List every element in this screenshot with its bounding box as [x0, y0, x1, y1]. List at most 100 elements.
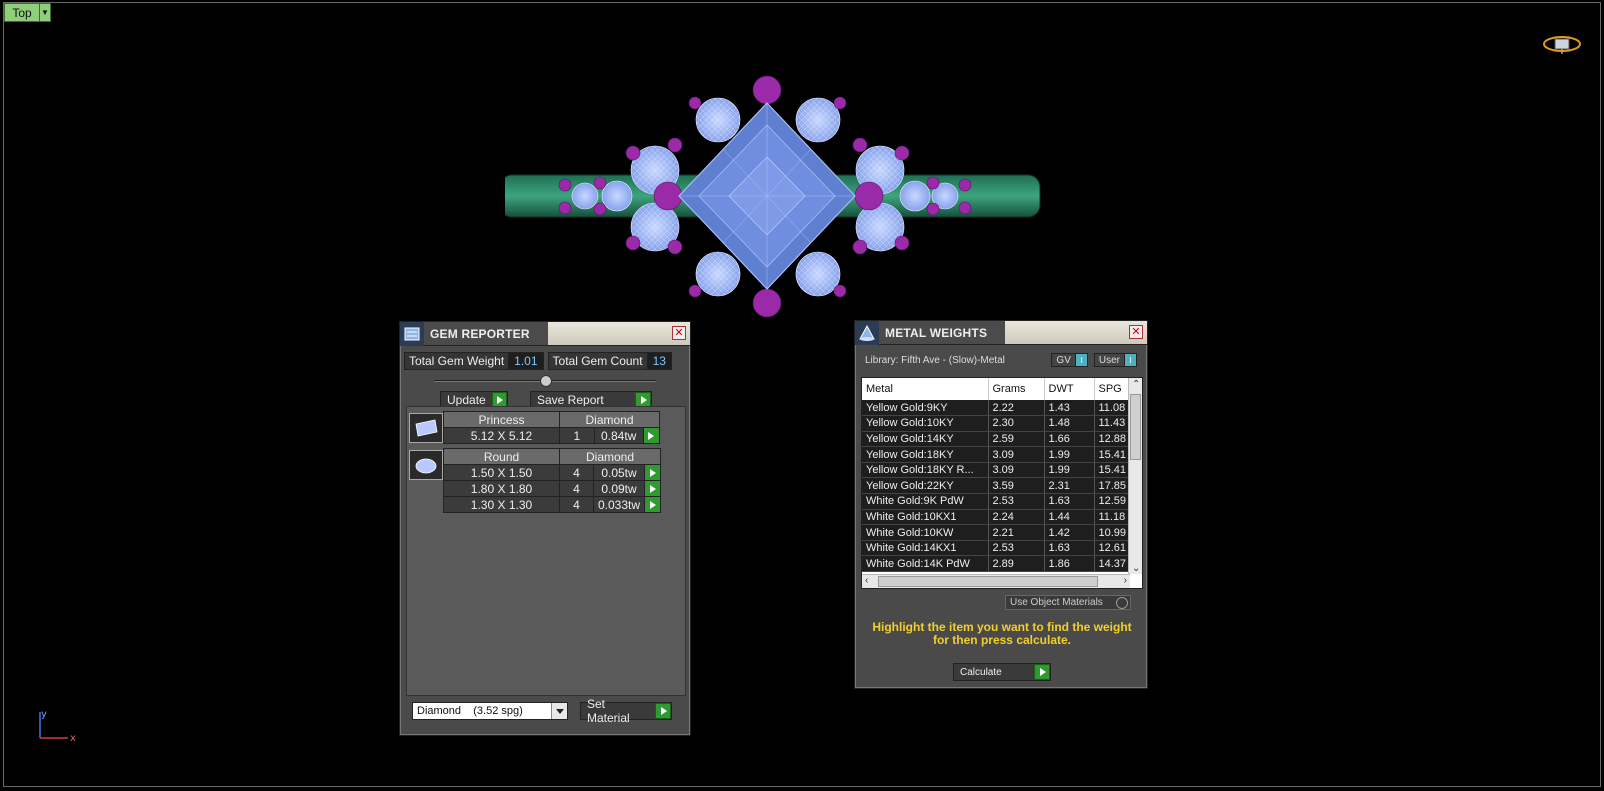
- select-gem-button[interactable]: [644, 464, 662, 481]
- table-row[interactable]: White Gold:10KW 2.21 1.42 10.99: [862, 524, 1142, 541]
- chevron-up-icon[interactable]: ⌃: [1132, 379, 1140, 390]
- gem-reporter-logo-icon: [400, 321, 424, 346]
- calculate-button[interactable]: Calculate: [953, 663, 1051, 681]
- use-object-materials-toggle[interactable]: Use Object Materials: [1005, 595, 1131, 610]
- metal-grams: 2.59: [988, 431, 1045, 448]
- gem-row[interactable]: 1.80 X 1.80 4 0.09tw: [443, 480, 662, 497]
- scroll-thumb[interactable]: [878, 576, 1098, 587]
- metal-name: Yellow Gold:18KY: [862, 446, 989, 463]
- view-cube-icon[interactable]: [1542, 32, 1582, 56]
- gem-size: 1.30 X 1.30: [443, 496, 560, 513]
- close-icon[interactable]: ✕: [1129, 325, 1143, 339]
- gem-group-round[interactable]: Round Diamond 1.50 X 1.50 4 0.05tw 1.80 …: [407, 448, 685, 513]
- table-row[interactable]: Yellow Gold:14KY 2.59 1.66 12.88: [862, 431, 1142, 448]
- gem-count: 1: [559, 427, 595, 444]
- table-row[interactable]: White Gold:14K PdW 2.89 1.86 14.37: [862, 555, 1142, 573]
- table-row[interactable]: Yellow Gold:18KY R... 3.09 1.99 15.41: [862, 462, 1142, 479]
- play-icon: [655, 703, 671, 719]
- gem-size: 1.80 X 1.80: [443, 480, 560, 497]
- column-header-metal[interactable]: Metal: [862, 378, 989, 400]
- gem-reporter-titlebar[interactable]: GEM REPORTER ✕: [400, 321, 690, 346]
- chevron-down-icon[interactable]: ⌄: [1132, 563, 1140, 574]
- material-select[interactable]: Diamond (3.52 spg): [412, 702, 568, 720]
- metal-grams: 2.30: [988, 415, 1045, 432]
- toggle-icon: I: [1074, 354, 1087, 366]
- princess-gem-icon[interactable]: [409, 413, 443, 443]
- total-gem-count: Total Gem Count 13: [547, 352, 672, 370]
- table-row[interactable]: White Gold:14KX1 2.53 1.63 12.61: [862, 540, 1142, 557]
- metal-weights-titlebar[interactable]: METAL WEIGHTS ✕: [855, 320, 1147, 345]
- metal-weights-panel[interactable]: METAL WEIGHTS ✕ Library: Fifth Ave - (Sl…: [854, 320, 1148, 689]
- round-gem-icon[interactable]: [409, 450, 443, 480]
- slider-handle[interactable]: [540, 375, 552, 387]
- chevron-left-icon[interactable]: ‹: [865, 575, 868, 586]
- gem-group-princess[interactable]: Princess Diamond 5.12 X 5.12 1 0.84tw: [407, 411, 685, 444]
- gem-count: 4: [559, 496, 594, 513]
- metal-name: White Gold:14KX1: [862, 540, 989, 557]
- column-header-dwt[interactable]: DWT: [1044, 378, 1095, 400]
- metal-grams: 2.21: [988, 524, 1045, 541]
- material-select-value: Diamond (3.52 spg): [417, 705, 523, 717]
- axis-gizmo: y x: [39, 709, 76, 744]
- user-toggle[interactable]: User I: [1093, 353, 1137, 367]
- gem-reporter-title: GEM REPORTER: [424, 322, 548, 345]
- chevron-down-icon[interactable]: [551, 703, 567, 719]
- gem-weight: 0.09tw: [592, 480, 646, 497]
- horizontal-scrollbar[interactable]: ‹ ›: [862, 574, 1130, 588]
- table-row[interactable]: Yellow Gold:22KY 3.59 2.31 17.85: [862, 477, 1142, 495]
- metal-dwt: 1.44: [1044, 509, 1095, 526]
- select-gem-button[interactable]: [642, 427, 661, 444]
- play-icon: [1034, 664, 1050, 680]
- metal-grams: 2.24: [988, 509, 1045, 526]
- metal-grams: 2.89: [988, 555, 1045, 573]
- metal-dwt: 1.99: [1044, 462, 1095, 479]
- gem-shape: Princess: [443, 411, 560, 428]
- metal-dwt: 1.42: [1044, 524, 1095, 541]
- metal-dwt: 1.99: [1044, 446, 1095, 463]
- axis-x-label: x: [70, 733, 76, 744]
- gem-row[interactable]: 5.12 X 5.12 1 0.84tw: [443, 427, 661, 444]
- panel-collapse-slider[interactable]: [434, 374, 656, 388]
- select-gem-button[interactable]: [644, 480, 662, 497]
- chevron-down-icon[interactable]: ▼: [39, 4, 50, 21]
- table-row[interactable]: Yellow Gold:9KY 2.22 1.43 11.08: [862, 400, 1142, 417]
- view-selector[interactable]: Top ▼: [4, 3, 51, 22]
- metal-grams: 3.59: [988, 477, 1045, 495]
- table-row[interactable]: Yellow Gold:10KY 2.30 1.48 11.43: [862, 415, 1142, 432]
- total-gem-weight-label: Total Gem Weight: [409, 354, 505, 368]
- metal-weights-title: METAL WEIGHTS: [879, 321, 1006, 344]
- gem-list[interactable]: Princess Diamond 5.12 X 5.12 1 0.84tw Ro…: [406, 406, 686, 696]
- column-header-grams[interactable]: Grams: [988, 378, 1045, 400]
- instruction-text: Highlight the item you want to find the …: [872, 620, 1132, 647]
- total-gem-weight-value: 1.01: [508, 353, 543, 369]
- metal-name: Yellow Gold:9KY: [862, 400, 989, 417]
- gem-row[interactable]: 1.50 X 1.50 4 0.05tw: [443, 464, 662, 481]
- metal-grams: 2.53: [988, 493, 1045, 510]
- vertical-scrollbar[interactable]: ⌃ ⌄: [1128, 378, 1142, 574]
- total-gem-count-label: Total Gem Count: [552, 354, 643, 368]
- metal-name: Yellow Gold:22KY: [862, 477, 989, 495]
- view-label-text: Top: [12, 5, 32, 20]
- set-material-button[interactable]: Set Material: [580, 697, 672, 725]
- metal-weights-logo-icon: [855, 320, 879, 345]
- gem-row[interactable]: 1.30 X 1.30 4 0.033tw: [443, 496, 662, 513]
- ring-model-render[interactable]: [505, 75, 1065, 325]
- table-row[interactable]: Yellow Gold:18KY 3.09 1.99 15.41: [862, 446, 1142, 463]
- gem-shape: Round: [443, 448, 560, 465]
- metal-name: White Gold:10KW: [862, 524, 989, 541]
- close-icon[interactable]: ✕: [672, 326, 686, 340]
- scroll-thumb[interactable]: [1130, 394, 1141, 460]
- select-gem-button[interactable]: [644, 496, 662, 513]
- metal-dwt: 1.48: [1044, 415, 1095, 432]
- table-row[interactable]: White Gold:10KX1 2.24 1.44 11.18: [862, 509, 1142, 526]
- metal-dwt: 1.66: [1044, 431, 1095, 448]
- metal-name: Yellow Gold:10KY: [862, 415, 989, 432]
- table-row[interactable]: White Gold:9K PdW 2.53 1.63 12.59: [862, 493, 1142, 510]
- metal-table[interactable]: Metal Grams DWT SPG Yellow Gold:9KY 2.22 1…: [861, 377, 1143, 589]
- metal-grams: 3.09: [988, 446, 1045, 463]
- gem-material: Diamond: [558, 448, 662, 465]
- gem-reporter-panel[interactable]: GEM REPORTER ✕ Total Gem Weight 1.01 Tot…: [399, 321, 691, 736]
- gv-toggle[interactable]: GV I: [1051, 353, 1088, 367]
- gem-size: 5.12 X 5.12: [443, 427, 560, 444]
- chevron-right-icon[interactable]: ›: [1124, 575, 1127, 586]
